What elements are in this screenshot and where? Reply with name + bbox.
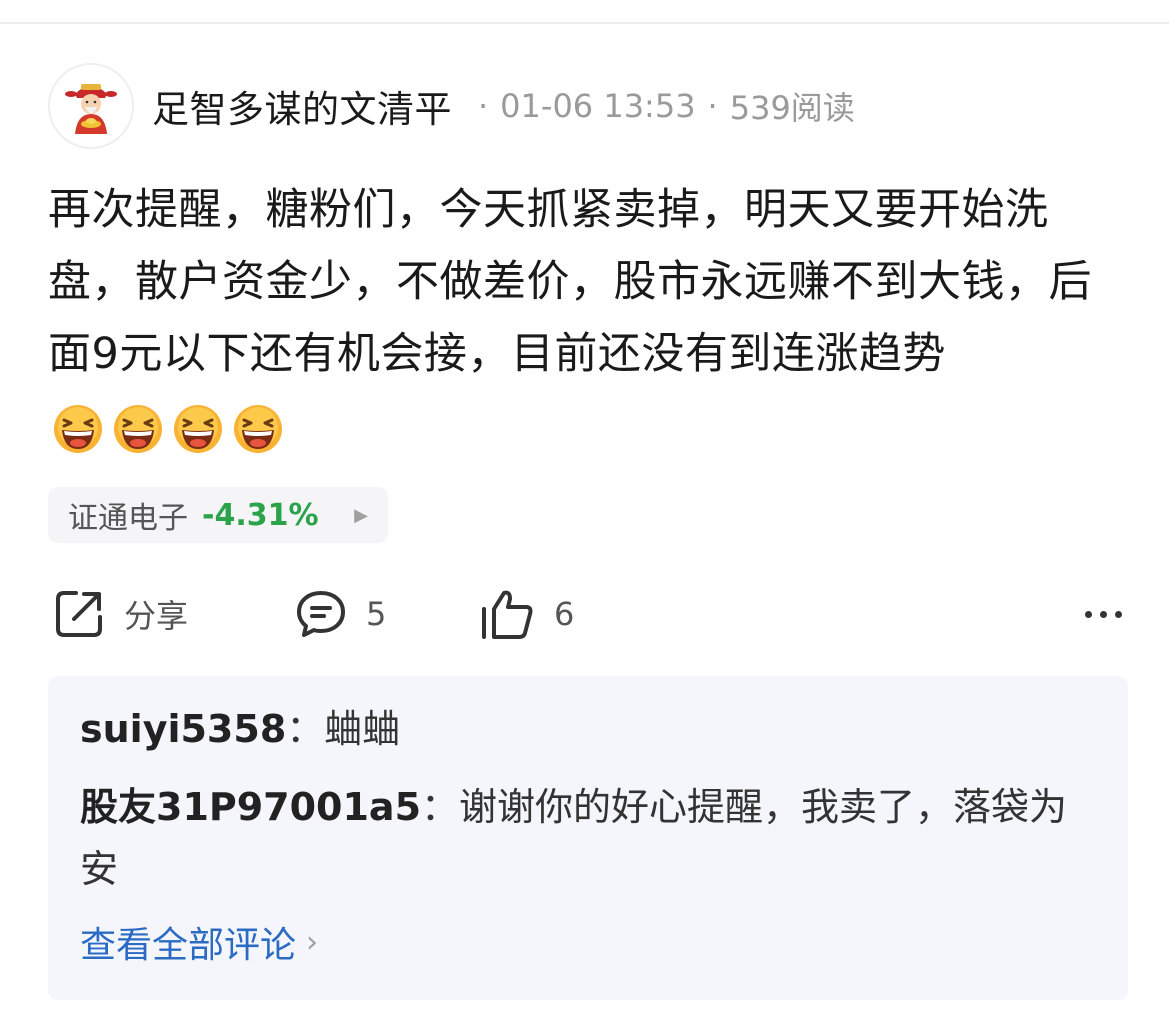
author-name[interactable]: 足智多谋的文清平 (152, 79, 452, 133)
view-all-comments-link[interactable]: 查看全部评论 › (80, 916, 1096, 968)
stock-name: 证通电子 (68, 501, 188, 536)
like-count: 6 (554, 595, 575, 633)
stock-chip[interactable]: 证通电子 -4.31% ▶ (48, 487, 388, 543)
post-meta: · 01-06 13:53 · 539阅读 (466, 83, 855, 129)
comment-button[interactable]: 5 (294, 584, 386, 644)
top-divider (0, 22, 1169, 24)
post-text: 再次提醒，糖粉们，今天抓紧卖掉，明天又要开始洗盘，散户资金少，不做差价，股市永远… (48, 185, 1092, 379)
stock-change: -4.31% (202, 497, 319, 533)
laughing-face-icon (114, 404, 162, 453)
share-label: 分享 (124, 597, 189, 635)
thumbs-up-icon (482, 590, 533, 639)
comment-item[interactable]: suiyi5358：蛐蛐 (80, 698, 1096, 760)
comment-username[interactable]: suiyi5358 (80, 707, 286, 751)
post-header: 足智多谋的文清平 · 01-06 13:53 · 539阅读 (48, 62, 855, 150)
post-content[interactable]: 再次提醒，糖粉们，今天抓紧卖掉，明天又要开始洗盘，散户资金少，不做差价，股市永远… (48, 174, 1128, 462)
chevron-right-icon: › (306, 924, 319, 960)
fortune-god-avatar-icon (65, 84, 117, 134)
comment-count: 5 (366, 595, 387, 633)
post-date: 01-06 13:53 (500, 87, 696, 125)
comment-icon (297, 591, 345, 637)
read-count: 539阅读 (729, 89, 855, 127)
view-all-label: 查看全部评论 (80, 925, 297, 966)
action-bar: 分享 5 6 (52, 584, 1122, 644)
comment-item[interactable]: 股友31P97001a5：谢谢你的好心提醒，我卖了，落袋为安 (80, 776, 1096, 900)
comments-preview: suiyi5358：蛐蛐 股友31P97001a5：谢谢你的好心提醒，我卖了，落… (48, 676, 1128, 1000)
meta-separator: · (707, 87, 718, 125)
author-avatar[interactable] (48, 63, 134, 149)
play-arrow-icon: ▶ (354, 504, 368, 526)
comment-text: 蛐蛐 (324, 707, 401, 751)
share-button[interactable]: 分享 (52, 584, 188, 644)
laughing-face-icon (174, 404, 222, 453)
laughing-face-icon (234, 404, 282, 453)
more-options-icon[interactable] (1085, 584, 1122, 644)
like-button[interactable]: 6 (480, 584, 574, 644)
laughing-face-icon (54, 404, 102, 453)
comment-separator: ： (286, 707, 325, 751)
comment-username[interactable]: 股友31P97001a5 (80, 785, 421, 829)
emoji-group (52, 403, 284, 455)
meta-separator: · (478, 87, 489, 125)
comment-separator: ： (421, 785, 460, 829)
share-icon (56, 591, 102, 637)
